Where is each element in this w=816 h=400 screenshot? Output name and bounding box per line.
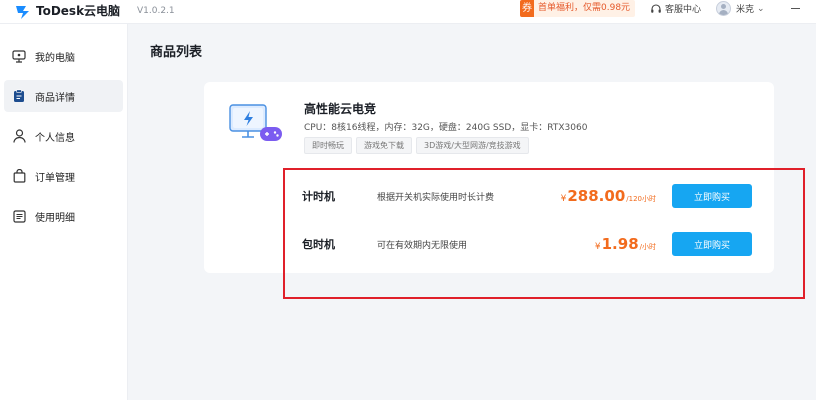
customer-service-label: 客服中心 [665,5,702,15]
plan-name: 包时机 [302,238,335,251]
minimize-button[interactable] [788,0,804,17]
shopping-bag-icon [12,169,26,183]
avatar [716,1,731,16]
sidebar: 我的电脑 商品详情 个人信息 订单管理 使用明细 [0,24,128,400]
plan-description: 根据开关机实际使用时长计费 [377,192,495,203]
app-name: ToDesk云电脑 [36,4,121,18]
product-tag: 即时畅玩 [304,137,352,154]
cloud-gaming-monitor-icon [229,104,282,141]
plan-price: ¥ 288.00 /120小时 [561,187,656,205]
user-menu[interactable]: 米克 ⌄ [716,0,765,17]
plan-description: 可在有效期内无限使用 [377,240,468,251]
price-currency: ¥ [594,242,601,252]
app-version: V1.0.2.1 [137,6,175,16]
sidebar-item-label: 我的电脑 [35,52,75,64]
product-tag: 游戏免下载 [356,137,412,154]
sidebar-item-label: 个人信息 [35,132,75,144]
sidebar-item-my-computer[interactable]: 我的电脑 [4,40,123,72]
sidebar-item-usage-details[interactable]: 使用明细 [4,200,123,232]
price-amount: 1.98 [601,235,639,253]
title-bar: ToDesk云电脑 V1.0.2.1 券 首单福利，仅需0.98元 客服中心 米… [0,0,816,24]
product-tags: 即时畅玩 游戏免下载 3D游戏/大型网游/竞技游戏 [304,137,533,154]
page-title: 商品列表 [150,45,203,60]
customer-service-button[interactable]: 客服中心 [650,0,701,17]
price-currency: ¥ [560,194,567,204]
price-unit: /120小时 [626,195,656,203]
plan-name: 计时机 [302,190,335,203]
user-name: 米克 [736,5,755,15]
sidebar-item-label: 商品详情 [35,92,75,104]
sidebar-item-orders[interactable]: 订单管理 [4,160,123,192]
buy-now-button[interactable]: 立即购买 [672,184,752,208]
plan-price: ¥ 1.98 /小时 [595,235,656,253]
plan-row-package: 包时机 可在有效期内无限使用 ¥ 1.98 /小时 立即购买 [302,230,760,258]
product-tag: 3D游戏/大型网游/竞技游戏 [416,137,529,154]
promo-text: 首单福利，仅需0.98元 [538,3,631,13]
buy-now-button[interactable]: 立即购买 [672,232,752,256]
list-icon [12,209,26,223]
price-unit: /小时 [639,243,656,251]
promo-banner[interactable]: 券 首单福利，仅需0.98元 [520,0,636,17]
sidebar-item-personal-info[interactable]: 个人信息 [4,120,123,152]
sidebar-item-product-details[interactable]: 商品详情 [4,80,123,112]
price-amount: 288.00 [567,187,626,205]
monitor-icon [12,49,26,63]
chevron-down-icon: ⌄ [757,3,765,14]
person-icon [12,129,26,143]
coupon-icon: 券 [520,0,534,17]
clipboard-icon [12,89,26,103]
todesk-logo-icon [16,6,29,19]
product-name: 高性能云电竞 [304,102,377,116]
product-specs: CPU：8核16线程，内存：32G，硬盘：240G SSD，显卡：RTX3060 [304,123,588,133]
sidebar-item-label: 订单管理 [35,172,75,184]
sidebar-item-label: 使用明细 [35,212,75,224]
headset-icon [651,3,661,13]
plan-row-hourly: 计时机 根据开关机实际使用时长计费 ¥ 288.00 /120小时 立即购买 [302,182,760,210]
